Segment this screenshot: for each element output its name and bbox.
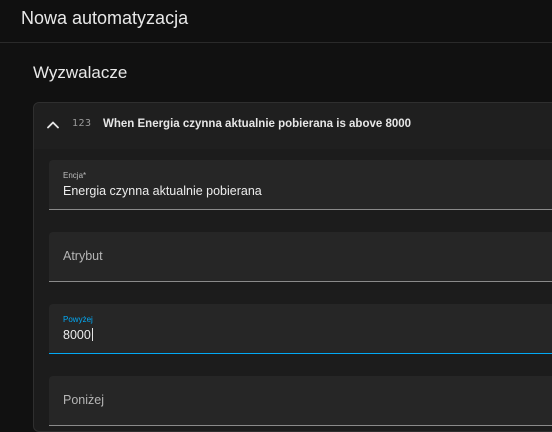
automation-editor: Wyzwalacze 123 When Energia czynna aktua… [0, 43, 552, 432]
above-field[interactable]: Powyżej 8000 [49, 304, 552, 354]
chevron-up-icon[interactable] [45, 117, 61, 133]
numeric-state-icon: 123 [72, 118, 92, 129]
attribute-field-placeholder: Atrybut [63, 249, 103, 263]
section-title-triggers: Wyzwalacze [33, 63, 128, 82]
trigger-summary: When Energia czynna aktualnie pobierana … [103, 118, 412, 130]
above-field-value-text: 8000 [63, 328, 91, 342]
entity-field[interactable]: Encja* Energia czynna aktualnie pobieran… [49, 160, 552, 210]
trigger-card-header[interactable]: 123 When Energia czynna aktualnie pobier… [34, 103, 552, 149]
above-field-value: 8000 [63, 328, 93, 342]
entity-field-label: Encja* [63, 171, 87, 180]
above-field-label: Powyżej [63, 315, 93, 324]
entity-field-value: Energia czynna aktualnie pobierana [63, 184, 262, 198]
below-field[interactable]: Poniżej [49, 376, 552, 426]
attribute-field[interactable]: Atrybut [49, 232, 552, 282]
text-cursor [91, 328, 93, 341]
page-title: Nowa automatyzacja [21, 8, 189, 28]
app-header: Nowa automatyzacja [0, 0, 552, 43]
below-field-placeholder: Poniżej [63, 393, 104, 407]
trigger-card: 123 When Energia czynna aktualnie pobier… [33, 102, 552, 432]
